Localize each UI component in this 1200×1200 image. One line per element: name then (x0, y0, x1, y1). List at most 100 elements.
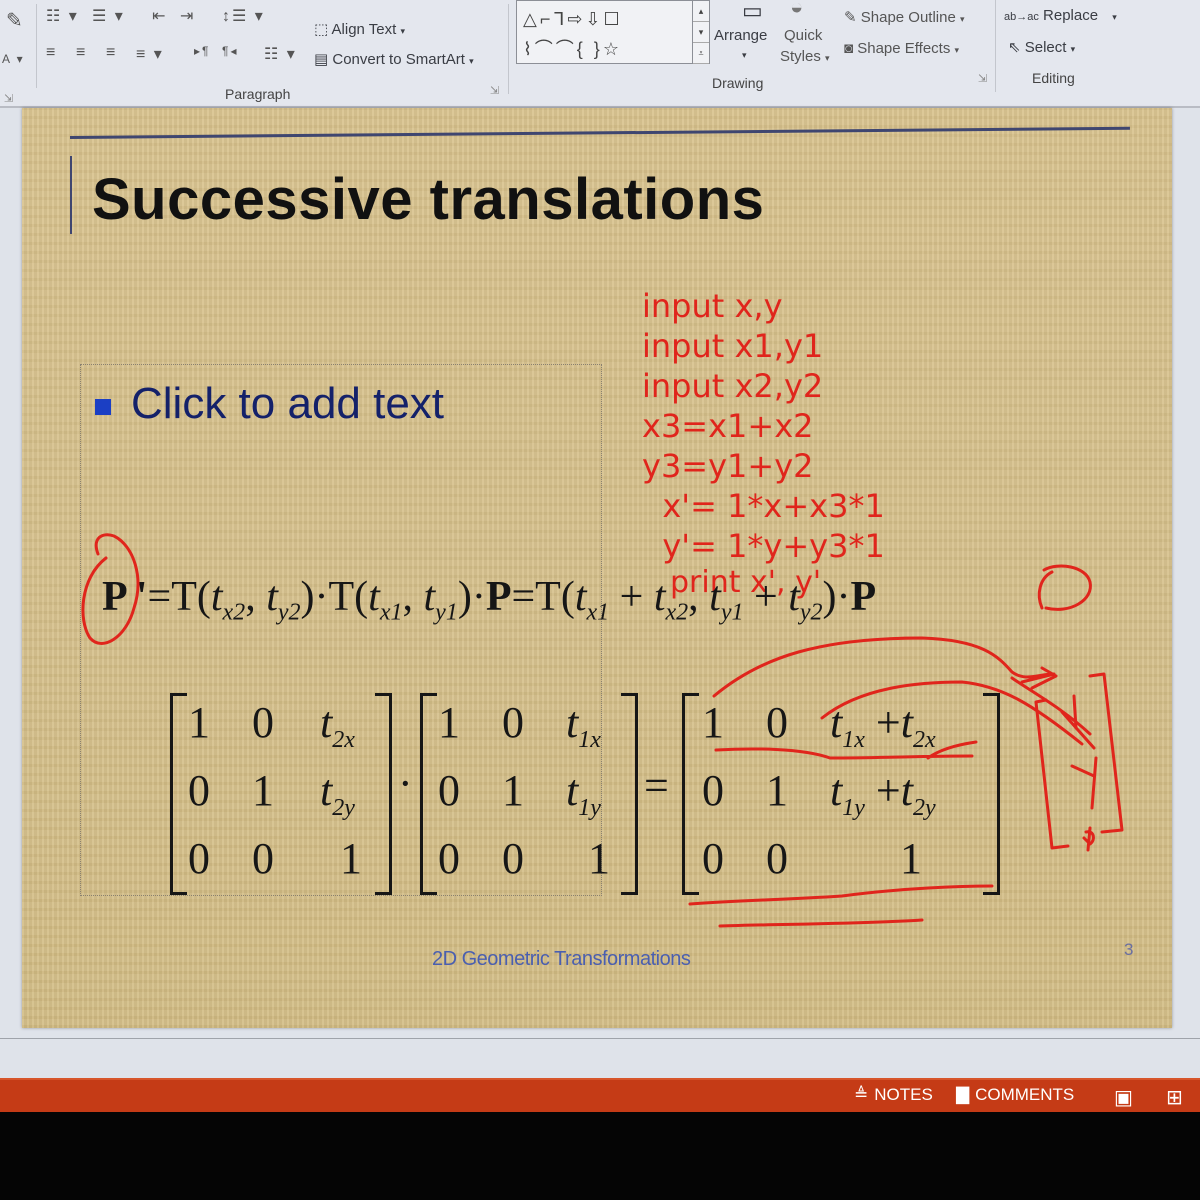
select-button[interactable]: ⇖ Select ▾ (1008, 38, 1075, 56)
code-line: input x2,y2 (642, 367, 824, 405)
matrix-cell: 1 (252, 766, 274, 815)
comment-icon: ▇ (956, 1085, 970, 1104)
arrange-button[interactable]: Arrange (714, 27, 767, 44)
align-right-button[interactable]: ≡ (106, 44, 117, 62)
format-painter-icon[interactable]: ✎ (6, 8, 25, 33)
matrix-cell: 1 (188, 698, 210, 747)
matrix-cell: 0 (252, 834, 274, 883)
matrix-cell-sum-x: t1x +t2x (830, 698, 936, 753)
numbering-button[interactable]: ☰ ▾ (92, 6, 125, 26)
bracket-right (375, 693, 392, 895)
matrix-cell: 0 (502, 834, 524, 883)
shape-outline-button[interactable]: ✎ Shape Outline ▾ (844, 8, 965, 26)
convert-smartart-button[interactable]: ▤ Convert to SmartArt ▾ (314, 50, 474, 68)
shapes-row[interactable]: ⌇⌒⌒{ }☆ (523, 35, 622, 61)
bracket-left (682, 693, 699, 895)
bracket-right (983, 693, 1000, 895)
line-spacing-button[interactable]: ↕☰ ▾ (222, 6, 265, 26)
gallery-up-icon[interactable]: ▴ (693, 1, 709, 22)
notes-icon: ≜ (854, 1085, 869, 1104)
bullets-button[interactable]: ☷ ▾ (46, 6, 79, 26)
matrix-cell: 0 (438, 834, 460, 883)
slide-workspace: Successive translations Click to add tex… (0, 108, 1200, 1078)
multiply-dot: · (398, 759, 413, 808)
shapes-row[interactable]: △⌐ᒣ⇨⇩☐ (523, 9, 623, 30)
slide-sorter-icon: ⊞ (1166, 1087, 1183, 1109)
rtl-button[interactable]: ¶◂ (222, 44, 238, 58)
matrix-cell: 0 (702, 834, 724, 883)
notes-pane[interactable] (0, 1038, 1200, 1077)
ltr-button[interactable]: ▸¶ (194, 44, 210, 58)
matrix-cell: 1 (340, 834, 362, 883)
matrix-cell: 0 (766, 698, 788, 747)
quick-styles-button[interactable]: Quick (784, 27, 822, 44)
ink-line-diag (1010, 676, 1092, 736)
drawing-dialog-launcher[interactable]: ⇲ (978, 72, 987, 85)
notes-button[interactable]: ≜ NOTES (854, 1085, 933, 1105)
justify-button[interactable]: ≡ ▾ (136, 44, 164, 64)
matrix-cell: 0 (766, 834, 788, 883)
code-line: y'= 1*y+y3*1 (642, 527, 885, 565)
gallery-more-icon[interactable]: ⩡ (693, 43, 709, 64)
cursor-icon: ⇖ (1008, 39, 1021, 56)
columns-button[interactable]: ☷ ▾ (264, 44, 297, 64)
matrix-cell: t2y (320, 766, 355, 821)
slide-title[interactable]: Successive translations (92, 166, 764, 233)
matrix-cell: t1y (566, 766, 601, 821)
ink-y-mark (1070, 756, 1098, 810)
pencil-icon: ✎ (844, 9, 857, 26)
comments-button[interactable]: ▇ COMMENTS (956, 1085, 1074, 1105)
ink-x-mark (1060, 694, 1096, 750)
matrix-cell-sum-y: t1y +t2y (830, 766, 936, 821)
replace-button[interactable]: ab→ac Replace ▾ (1004, 7, 1117, 24)
align-text-icon: ⬚ (314, 21, 329, 38)
shape-effects-icon: ◙ (844, 40, 854, 57)
separator (995, 0, 996, 92)
code-line: input x1,y1 (642, 327, 824, 365)
matrix-cell: 0 (252, 698, 274, 747)
paragraph-dialog-launcher[interactable]: ⇲ (490, 84, 499, 97)
normal-view-button[interactable]: ▣ (1114, 1085, 1133, 1110)
code-annotation: input x,y input x1,y1 input x2,y2 x3=x1+… (642, 286, 885, 600)
matrix-cell: 1 (588, 834, 610, 883)
code-line: input x,y (642, 287, 783, 325)
ink-scribble (1082, 826, 1095, 852)
slide[interactable]: Successive translations Click to add tex… (22, 108, 1172, 1028)
gallery-scroll[interactable]: ▴ ▾ ⩡ (692, 1, 709, 64)
slide-sorter-button[interactable]: ⊞ (1166, 1085, 1183, 1110)
matrix-cell: 0 (188, 766, 210, 815)
matrix-cell: 1 (438, 698, 460, 747)
font-dialog-launcher[interactable]: ⇲ (4, 92, 13, 105)
normal-view-icon: ▣ (1114, 1087, 1133, 1109)
ink-circle-p (1037, 564, 1092, 611)
placeholder-text[interactable]: Click to add text (131, 379, 444, 429)
bracket-left (170, 693, 187, 895)
arrange-dropdown-icon: ▾ (742, 50, 747, 60)
shape-effects-button[interactable]: ◙ Shape Effects ▾ (844, 40, 959, 57)
title-rule (69, 126, 1130, 139)
drawing-group-label: Drawing (712, 75, 764, 91)
align-left-button[interactable]: ≡ (46, 44, 57, 62)
separator (36, 4, 37, 88)
matrix-cell: 0 (702, 766, 724, 815)
align-center-button[interactable]: ≡ (76, 44, 87, 62)
decrease-indent-button[interactable]: ⇤ (152, 6, 167, 26)
ink-arc-arrow (712, 636, 1058, 698)
separator (508, 4, 509, 94)
shapes-gallery[interactable]: △⌐ᒣ⇨⇩☐ ⌇⌒⌒{ }☆ ▴ ▾ ⩡ (516, 0, 710, 64)
matrix-cell: 1 (702, 698, 724, 747)
increase-indent-button[interactable]: ⇥ (180, 6, 195, 26)
matrix-cell: t2x (320, 698, 355, 753)
gallery-down-icon[interactable]: ▾ (693, 22, 709, 43)
quick-styles-button-line2[interactable]: Styles ▾ (780, 48, 830, 65)
ink-bracket-left (1034, 698, 1070, 850)
title-vrule (70, 156, 72, 234)
paragraph-group-label: Paragraph (225, 86, 291, 102)
equals-sign: = (644, 761, 669, 810)
align-text-button[interactable]: ⬚ Align Text ▾ (314, 20, 405, 38)
font-color-dropdown[interactable]: A ▾ (2, 52, 25, 66)
bullet-icon (95, 399, 111, 415)
ink-underline-3 (718, 918, 924, 928)
ink-bracket-right (1088, 672, 1124, 834)
slide-footer: 2D Geometric Transformations (432, 948, 691, 970)
